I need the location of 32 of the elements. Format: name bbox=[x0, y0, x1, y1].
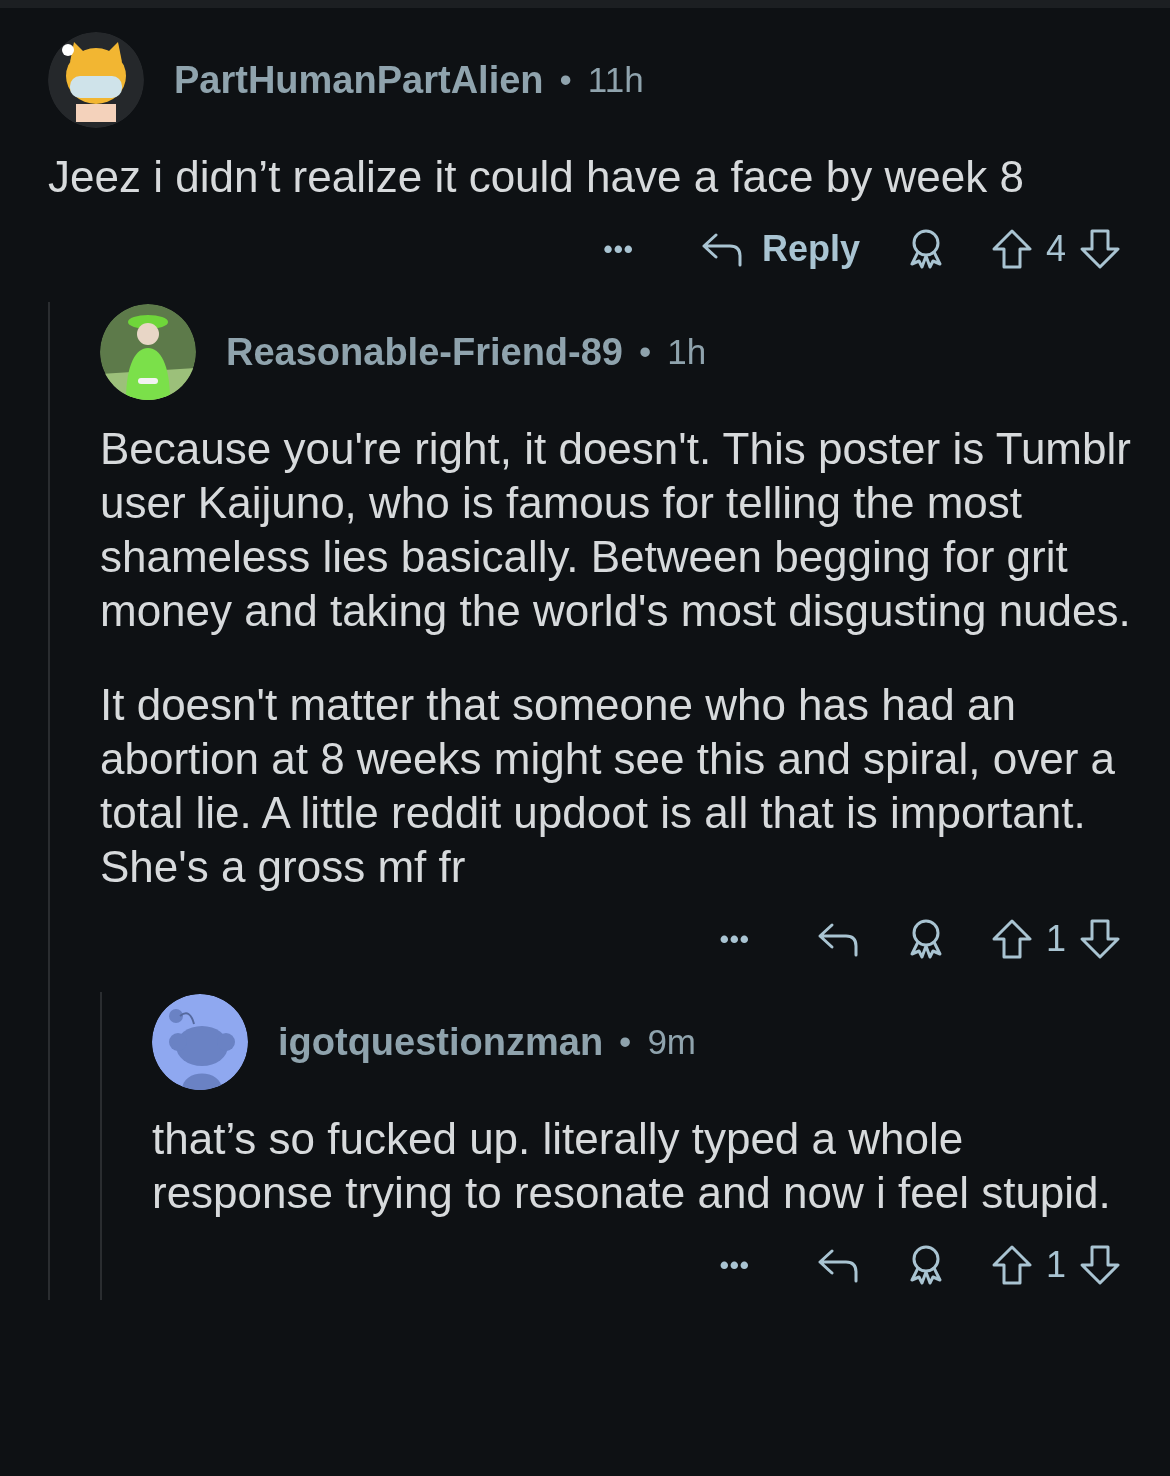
reply-button[interactable]: Reply bbox=[699, 222, 860, 276]
username[interactable]: Reasonable-Friend-89 bbox=[226, 323, 623, 381]
comment-text: It doesn't matter that someone who has had an abortion at 8 weeks might see this and spiral, over a total lie. A little reddit updoot is all that is important. She's a gross mf fr bbox=[100, 679, 1116, 893]
downvote-button[interactable] bbox=[1080, 1244, 1120, 1286]
comment-text: Jeez i didn’t realize it could have a face by week 8 bbox=[48, 151, 1025, 203]
separator-dot: • bbox=[559, 58, 572, 101]
timestamp: 11h bbox=[587, 58, 644, 101]
vote-count: 4 bbox=[1045, 227, 1066, 271]
more-button[interactable]: ••• bbox=[719, 919, 750, 959]
downvote-button[interactable] bbox=[1080, 918, 1120, 960]
comment-text: that’s so fucked up. literally typed a whole response trying to resonate and now i feel stupid. bbox=[152, 1113, 1112, 1219]
upvote-icon bbox=[991, 918, 1032, 960]
upvote-button[interactable] bbox=[991, 228, 1032, 270]
separator-dot: • bbox=[619, 1020, 632, 1063]
comment-text: Because you're right, it doesn't. This poster is Tumblr user Kaijuno, who is famous for telling the most shameless lies basically. Between begging for grit money and taking the world's most disgusting nudes. bbox=[100, 423, 1132, 637]
timestamp: 9m bbox=[647, 1020, 696, 1063]
more-button[interactable]: ••• bbox=[719, 1245, 750, 1285]
downvote-icon bbox=[1080, 1244, 1120, 1286]
upvote-button[interactable] bbox=[991, 918, 1032, 960]
vote-count: 1 bbox=[1045, 1243, 1066, 1287]
username[interactable]: igotquestionzman bbox=[278, 1013, 604, 1071]
upvote-icon bbox=[991, 228, 1032, 270]
upvote-button[interactable] bbox=[991, 1244, 1032, 1286]
more-button[interactable]: ••• bbox=[603, 229, 634, 269]
username[interactable]: PartHumanPartAlien bbox=[174, 51, 544, 109]
upvote-icon bbox=[991, 1244, 1032, 1286]
downvote-icon bbox=[1080, 228, 1120, 270]
timestamp: 1h bbox=[667, 330, 707, 373]
downvote-icon bbox=[1080, 918, 1120, 960]
vote-count: 1 bbox=[1045, 917, 1066, 961]
downvote-button[interactable] bbox=[1080, 228, 1120, 270]
separator-dot: • bbox=[639, 330, 652, 373]
